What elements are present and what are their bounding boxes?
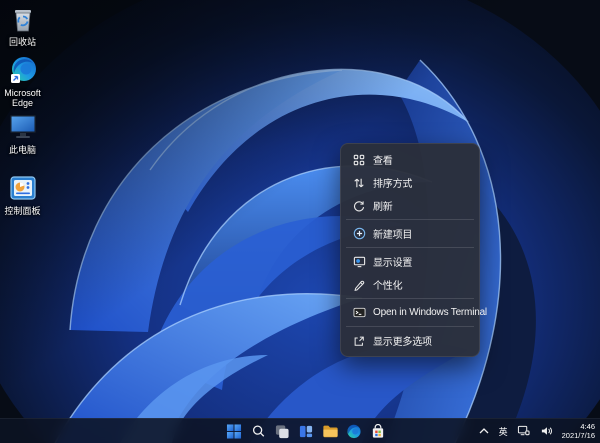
desktop-icon-control-panel[interactable]: 控制面板 bbox=[0, 174, 45, 216]
volume-button[interactable] bbox=[539, 423, 554, 440]
menu-item-open-in-windows-terminal[interactable]: Open in Windows Terminal bbox=[344, 301, 476, 324]
menu-item-sort-by[interactable]: 排序方式 bbox=[344, 171, 476, 194]
chevron-up-icon bbox=[479, 428, 489, 434]
menu-item-label: 新建项目 bbox=[373, 226, 412, 241]
menu-separator bbox=[346, 298, 474, 299]
menu-separator bbox=[346, 247, 474, 248]
desktop-icon-label: 回收站 bbox=[9, 37, 36, 47]
menu-item-label: 排序方式 bbox=[373, 175, 412, 190]
recycle-bin-icon bbox=[9, 5, 37, 34]
clock-date: 2021/7/16 bbox=[562, 431, 595, 440]
desktop-icon-this-pc[interactable]: 此电脑 bbox=[0, 111, 45, 155]
desktop-context-menu: 查看 排序方式 刷新 bbox=[340, 143, 480, 357]
this-pc-icon bbox=[8, 111, 38, 142]
menu-item-label: 显示更多选项 bbox=[373, 333, 432, 348]
tray-overflow-button[interactable] bbox=[477, 423, 491, 440]
widgets-button[interactable] bbox=[298, 423, 315, 440]
store-button[interactable] bbox=[370, 423, 387, 440]
folder-icon bbox=[322, 424, 338, 438]
edge-button[interactable] bbox=[346, 423, 363, 440]
start-button[interactable] bbox=[226, 423, 243, 440]
search-icon bbox=[251, 424, 265, 438]
sort-icon bbox=[352, 176, 366, 190]
speaker-icon bbox=[540, 425, 553, 437]
menu-item-view[interactable]: 查看 bbox=[344, 148, 476, 171]
desktop-icon-label: 控制面板 bbox=[4, 206, 40, 216]
language-indicator[interactable]: 英 bbox=[499, 425, 508, 438]
menu-item-label: 显示设置 bbox=[373, 254, 412, 269]
task-view-button[interactable] bbox=[274, 423, 291, 440]
menu-item-label: 刷新 bbox=[373, 198, 393, 213]
menu-item-refresh[interactable]: 刷新 bbox=[344, 194, 476, 217]
task-view-icon bbox=[275, 424, 290, 439]
edge-icon bbox=[347, 424, 362, 439]
personalize-icon bbox=[352, 278, 366, 292]
network-button[interactable] bbox=[516, 423, 531, 440]
network-ethernet-icon bbox=[517, 425, 530, 437]
menu-item-label: 查看 bbox=[373, 152, 393, 167]
desktop-icon-recycle-bin[interactable]: 回收站 bbox=[0, 5, 45, 47]
desktop-wallpaper[interactable] bbox=[0, 0, 600, 443]
desktop-icon-label: 此电脑 bbox=[9, 145, 36, 155]
menu-item-personalize[interactable]: 个性化 bbox=[344, 273, 476, 296]
desktop-icon-label: Microsoft Edge bbox=[0, 88, 45, 108]
widgets-icon bbox=[299, 424, 314, 439]
file-explorer-button[interactable] bbox=[322, 423, 339, 440]
taskbar-system-tray: 英 4:46 2021/7/16 bbox=[477, 419, 597, 443]
taskbar-center-buttons bbox=[226, 419, 387, 443]
windows-logo-icon bbox=[227, 424, 242, 439]
search-button[interactable] bbox=[250, 423, 267, 440]
menu-item-new[interactable]: 新建项目 bbox=[344, 222, 476, 245]
edge-icon bbox=[9, 56, 37, 85]
menu-item-display-settings[interactable]: 显示设置 bbox=[344, 250, 476, 273]
new-item-icon bbox=[352, 227, 366, 241]
store-bag-icon bbox=[371, 424, 386, 439]
clock-time: 4:46 bbox=[580, 422, 595, 431]
menu-separator bbox=[346, 326, 474, 327]
menu-item-label: Open in Windows Terminal bbox=[373, 307, 487, 318]
menu-separator bbox=[346, 219, 474, 220]
refresh-icon bbox=[352, 199, 366, 213]
taskbar: 英 4:46 2021/7/16 bbox=[0, 418, 600, 443]
terminal-icon bbox=[352, 306, 366, 320]
more-options-icon bbox=[352, 334, 366, 348]
taskbar-clock[interactable]: 4:46 2021/7/16 bbox=[562, 422, 597, 440]
menu-item-label: 个性化 bbox=[373, 277, 402, 292]
windows-11-desktop: 回收站 Microsoft Edge 此电脑 bbox=[0, 0, 600, 443]
display-settings-icon bbox=[352, 255, 366, 269]
control-panel-icon bbox=[9, 174, 37, 203]
menu-item-show-more-options[interactable]: 显示更多选项 bbox=[344, 329, 476, 352]
desktop-icon-microsoft-edge[interactable]: Microsoft Edge bbox=[0, 56, 45, 108]
view-grid-icon bbox=[352, 153, 366, 167]
